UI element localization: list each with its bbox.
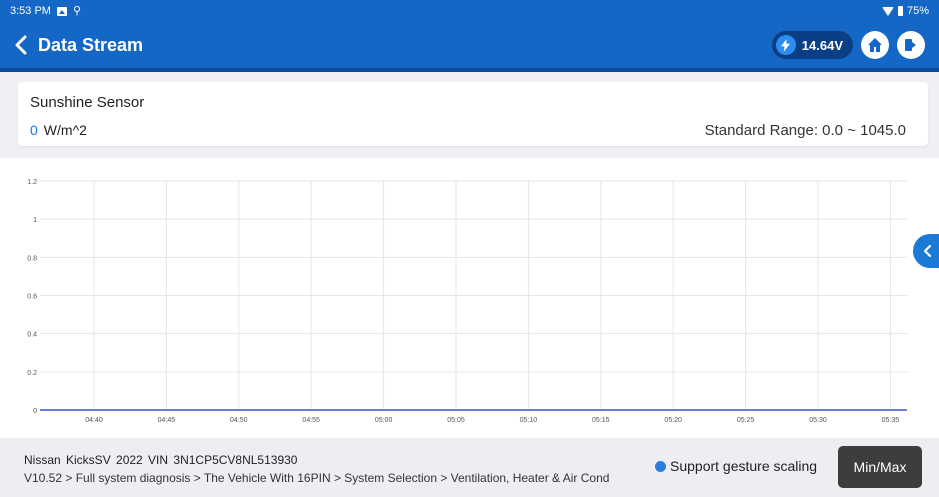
x-tick-label: 05:30 [809, 417, 827, 424]
side-panel-toggle[interactable] [913, 234, 939, 268]
lightning-icon [775, 35, 796, 55]
sensor-value: 0 [30, 122, 38, 138]
voltage-value: 14.64V [801, 37, 843, 53]
y-tick-label: 0.6 [27, 294, 37, 301]
y-tick-label: 0.4 [27, 332, 37, 339]
gesture-hint-text: Support gesture scaling [670, 458, 818, 474]
voltage-badge: 14.64V [771, 31, 853, 59]
min-max-button[interactable]: Min/Max [838, 446, 922, 488]
sensor-unit: W/m^2 [43, 122, 87, 138]
x-tick-label: 05:35 [882, 417, 900, 424]
breadcrumb: V10.52 > Full system diagnosis > The Veh… [24, 471, 610, 485]
status-time: 3:53 PM [10, 5, 51, 17]
x-tick-label: 05:05 [447, 417, 465, 424]
x-tick-label: 05:10 [520, 417, 538, 424]
sensor-reading: 0 W/m^2 [30, 122, 87, 138]
y-tick-label: 0 [33, 408, 37, 415]
image-notification-icon [56, 6, 67, 16]
wifi-icon [881, 6, 894, 16]
y-tick-label: 1 [33, 217, 37, 224]
y-tick-label: 1.2 [27, 179, 37, 186]
gesture-hint: Support gesture scaling [655, 458, 817, 474]
chevron-left-icon [15, 35, 27, 55]
exit-icon [905, 39, 916, 51]
x-tick-label: 04:55 [302, 417, 320, 424]
exit-button[interactable] [897, 31, 925, 59]
x-tick-label: 05:25 [737, 417, 755, 424]
line-chart[interactable]: 1.2 1 0.8 0.6 0.4 0.2 0 04:40 04:45 04:50 04:55 05:… [0, 158, 939, 438]
chart-area[interactable]: 1.2 1 0.8 0.6 0.4 0.2 0 04:40 04:45 04:50 04:55 05:… [0, 158, 939, 438]
x-tick-label: 04:50 [230, 417, 248, 424]
hand-pointer-icon [655, 460, 666, 472]
home-icon [868, 38, 882, 52]
chevron-left-icon [923, 245, 932, 257]
x-tick-label: 05:15 [592, 417, 610, 424]
vehicle-info: Nissan KicksSV 2022 VIN 3N1CP5CV8NL51393… [24, 453, 298, 467]
x-tick-label: 05:00 [375, 417, 393, 424]
bottom-info-bar: Nissan KicksSV 2022 VIN 3N1CP5CV8NL51393… [0, 438, 939, 497]
range-value: 0.0 ~ 1045.0 [822, 122, 906, 139]
status-bar: 3:53 PM ⚲ 75% [0, 0, 939, 22]
home-button[interactable] [861, 31, 889, 59]
header-divider [0, 68, 939, 72]
sensor-name: Sunshine Sensor [30, 94, 145, 111]
x-tick-label: 04:45 [158, 417, 176, 424]
battery-icon [897, 6, 903, 16]
x-tick-label: 05:20 [664, 417, 682, 424]
page-title: Data Stream [38, 34, 144, 55]
battery-percent: 75% [906, 5, 929, 17]
x-tick-label: 04:40 [85, 417, 103, 424]
back-button[interactable] [6, 22, 36, 68]
app-bar: Data Stream 14.64V [0, 22, 939, 68]
standard-range: Standard Range: 0.0 ~ 1045.0 [705, 122, 906, 139]
usb-icon: ⚲ [72, 4, 82, 17]
y-tick-label: 0.2 [27, 370, 37, 377]
y-tick-label: 0.8 [27, 255, 37, 262]
range-label: Standard Range: [704, 122, 818, 139]
sensor-card[interactable]: Sunshine Sensor 0 W/m^2 Standard Range: 0… [18, 82, 928, 146]
